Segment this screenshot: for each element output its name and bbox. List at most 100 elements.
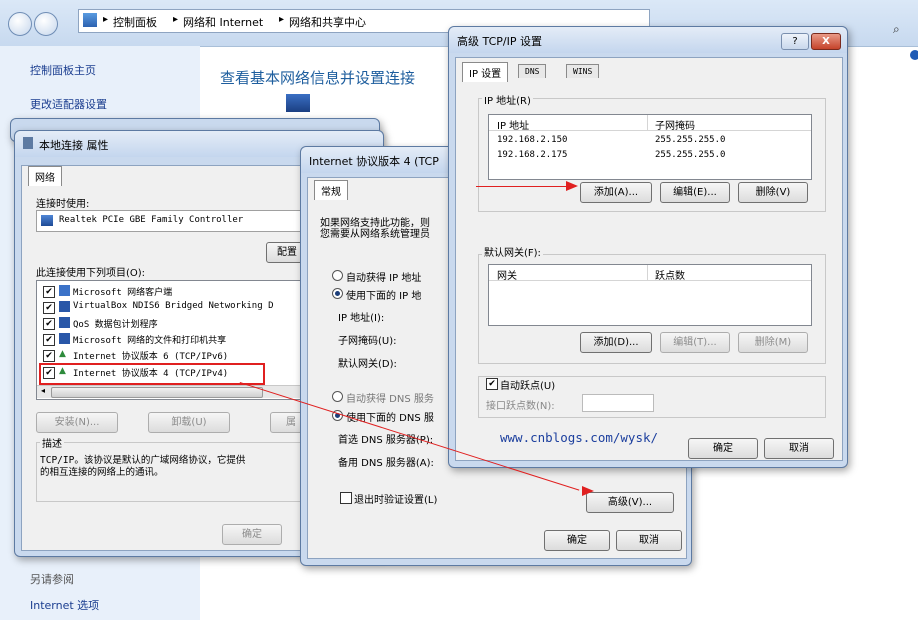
list-item[interactable]: QoS 数据包计划程序 xyxy=(73,317,158,330)
manual-dns-label: 使用下面的 DNS 服 xyxy=(346,413,434,424)
dialog-client: IP 设置 DNS WINS IP 地址(R) IP 地址 子网掩码 192.1… xyxy=(455,57,843,461)
control-panel-icon xyxy=(83,13,97,27)
list-item[interactable]: VirtualBox NDIS6 Bridged Networking D xyxy=(73,301,273,311)
close-button[interactable]: X xyxy=(811,33,841,50)
annotation-arrow xyxy=(476,186,576,187)
list-item-selected[interactable]: Internet 协议版本 4 (TCP/IPv4) xyxy=(73,366,228,379)
ip-address-label: IP 地址(I): xyxy=(338,313,385,324)
ip-group-label: IP 地址(R) xyxy=(482,92,533,107)
breadcrumb-control-panel[interactable]: 控制面板 xyxy=(113,14,157,30)
mask-column-header[interactable]: 子网掩码 xyxy=(655,117,695,132)
adapter-icon xyxy=(41,215,53,226)
list-item[interactable]: Microsoft 网络的文件和打印机共享 xyxy=(73,333,226,346)
back-icon[interactable] xyxy=(8,12,32,36)
gateway-add-button[interactable]: 添加(D)... xyxy=(580,332,652,353)
items-label: 此连接使用下列项目(O): xyxy=(36,268,146,279)
watermark: www.cnblogs.com/wysk/ xyxy=(500,430,659,445)
uninstall-button[interactable]: 卸载(U) xyxy=(148,412,230,433)
ip-edit-button[interactable]: 编辑(E)... xyxy=(660,182,730,203)
dialog-title: 本地连接 属性 xyxy=(39,139,109,152)
ok-button[interactable]: 确定 xyxy=(222,524,282,545)
ip-address-list[interactable]: IP 地址 子网掩码 192.168.2.150 255.255.255.0 1… xyxy=(488,114,812,180)
default-gateway-label: 默认网关(D): xyxy=(338,359,397,370)
validate-checkbox[interactable] xyxy=(340,492,352,504)
description-label: 描述 xyxy=(40,435,64,450)
auto-metric-label: 自动跃点(U) xyxy=(500,381,556,392)
table-cell-mask[interactable]: 255.255.255.0 xyxy=(655,150,725,160)
list-header xyxy=(489,115,811,131)
item-checkbox[interactable]: ✔ xyxy=(43,334,55,346)
sidebar-link-internet-options[interactable]: Internet 选项 xyxy=(30,597,99,613)
protocol-icon: ▲ xyxy=(59,366,66,376)
titlebar[interactable]: 高级 TCP/IP 设置 ? X xyxy=(449,27,847,53)
file-share-icon xyxy=(59,333,70,344)
list-header xyxy=(489,265,811,281)
tab-general[interactable]: 常规 xyxy=(314,180,348,200)
ip-delete-button[interactable]: 删除(V) xyxy=(738,182,808,203)
gateway-column-header[interactable]: 网关 xyxy=(497,267,517,282)
column-divider xyxy=(647,265,648,280)
arrow-head-icon xyxy=(566,181,578,191)
tab-ip-settings[interactable]: IP 设置 xyxy=(462,62,509,82)
help-icon[interactable] xyxy=(910,50,918,60)
cancel-button[interactable]: 取消 xyxy=(764,438,834,459)
auto-metric-checkbox[interactable]: ✔ xyxy=(486,378,498,390)
item-checkbox[interactable]: ✔ xyxy=(43,367,55,379)
tab-dns[interactable]: DNS xyxy=(518,64,547,78)
intro-text: 您需要从网络系统管理员 xyxy=(320,229,430,240)
item-checkbox[interactable]: ✔ xyxy=(43,350,55,362)
network-icon xyxy=(23,137,33,149)
ok-button[interactable]: 确定 xyxy=(544,530,610,551)
interface-metric-input[interactable] xyxy=(582,394,654,412)
manual-ip-radio[interactable] xyxy=(332,288,343,299)
advanced-button[interactable]: 高级(V)... xyxy=(586,492,674,513)
gateway-group-label: 默认网关(F): xyxy=(482,244,543,259)
scroll-left-icon[interactable]: ◂ xyxy=(41,386,45,395)
ip-column-header[interactable]: IP 地址 xyxy=(497,117,529,132)
manual-ip-label: 使用下面的 IP 地 xyxy=(346,291,422,302)
alternate-dns-label: 备用 DNS 服务器(A): xyxy=(338,458,434,469)
advanced-tcpip-dialog: 高级 TCP/IP 设置 ? X IP 设置 DNS WINS IP 地址(R)… xyxy=(448,26,848,468)
tab-wins[interactable]: WINS xyxy=(566,64,600,78)
subnet-mask-label: 子网掩码(U): xyxy=(338,336,397,347)
gateway-edit-button[interactable]: 编辑(T)... xyxy=(660,332,730,353)
description-text: 的相互连接的网络上的通讯。 xyxy=(40,467,164,478)
auto-dns-radio[interactable] xyxy=(332,391,343,402)
adapter-name: Realtek PCIe GBE Family Controller xyxy=(59,215,244,225)
help-button[interactable]: ? xyxy=(781,33,809,50)
dialog-title: 高级 TCP/IP 设置 xyxy=(457,35,542,48)
tab-network[interactable]: 网络 xyxy=(28,166,62,186)
gateway-list[interactable]: 网关 跃点数 xyxy=(488,264,812,326)
column-divider xyxy=(647,115,648,130)
forward-icon[interactable] xyxy=(34,12,58,36)
item-checkbox[interactable]: ✔ xyxy=(43,302,55,314)
metric-column-header[interactable]: 跃点数 xyxy=(655,267,685,282)
install-button[interactable]: 安装(N)... xyxy=(36,412,118,433)
table-cell-ip[interactable]: 192.168.2.150 xyxy=(497,135,567,145)
table-cell-ip[interactable]: 192.168.2.175 xyxy=(497,150,567,160)
table-cell-mask[interactable]: 255.255.255.0 xyxy=(655,135,725,145)
ok-button[interactable]: 确定 xyxy=(688,438,758,459)
computer-icon xyxy=(286,94,310,112)
breadcrumb-network-internet[interactable]: 网络和 Internet xyxy=(183,14,263,30)
sidebar-link-adapter-settings[interactable]: 更改适配器设置 xyxy=(30,96,107,112)
list-item[interactable]: Internet 协议版本 6 (TCP/IPv6) xyxy=(73,349,228,362)
item-checkbox[interactable]: ✔ xyxy=(43,318,55,330)
page-title: 查看基本网络信息并设置连接 xyxy=(220,69,416,87)
gateway-delete-button[interactable]: 删除(M) xyxy=(738,332,808,353)
ip-add-button[interactable]: 添加(A)... xyxy=(580,182,652,203)
cancel-button[interactable]: 取消 xyxy=(616,530,682,551)
qos-icon xyxy=(59,317,70,328)
sidebar-link-control-panel-home[interactable]: 控制面板主页 xyxy=(30,62,96,78)
protocol-icon: ▲ xyxy=(59,349,66,359)
chevron-right-icon: ▸ xyxy=(103,14,109,25)
arrow-head-icon xyxy=(582,486,594,496)
client-icon xyxy=(59,285,70,296)
breadcrumb-sharing-center[interactable]: 网络和共享中心 xyxy=(289,14,366,30)
list-item[interactable]: Microsoft 网络客户端 xyxy=(73,285,172,298)
item-checkbox[interactable]: ✔ xyxy=(43,286,55,298)
search-icon[interactable]: ⌕ xyxy=(893,22,900,37)
scroll-thumb[interactable] xyxy=(51,387,263,398)
chevron-right-icon: ▸ xyxy=(279,14,285,25)
auto-ip-radio[interactable] xyxy=(332,270,343,281)
